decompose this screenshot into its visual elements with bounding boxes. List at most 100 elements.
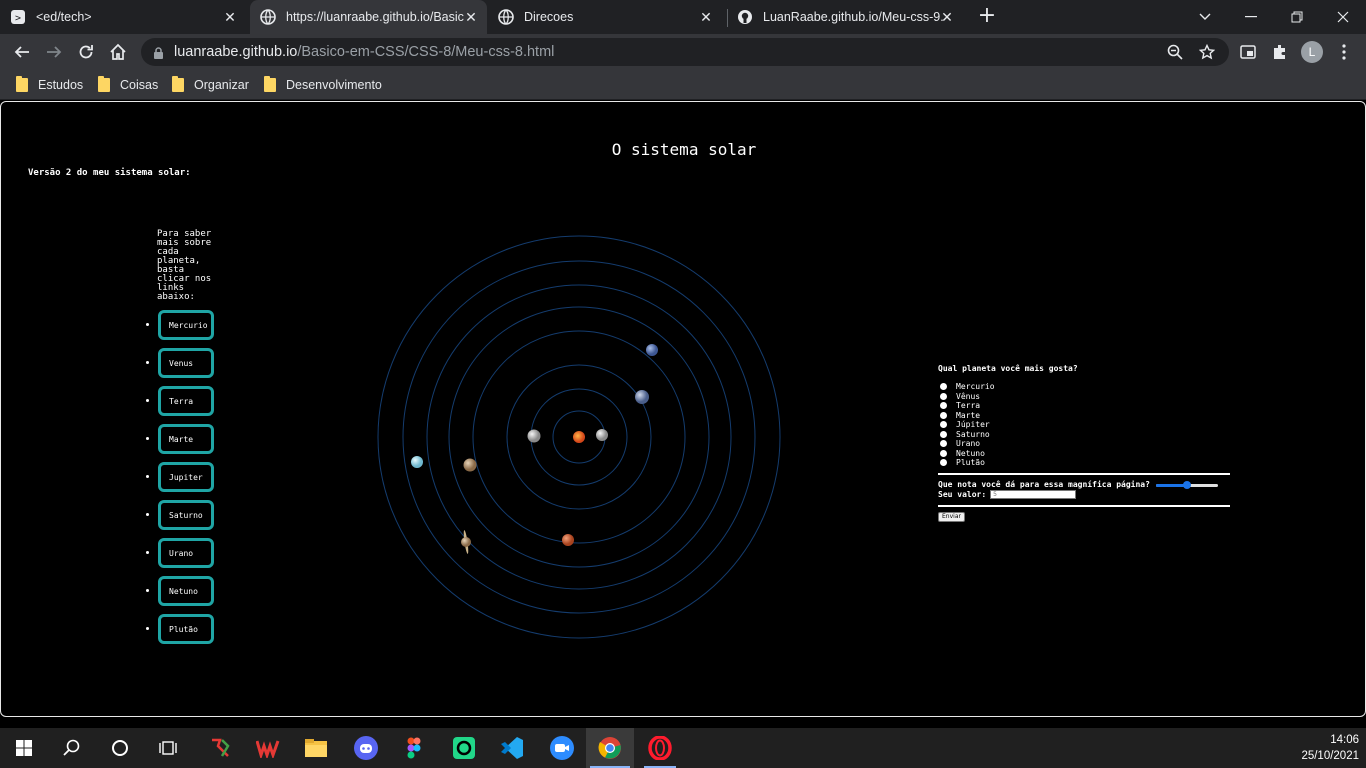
page-viewport: O sistema solar Versão 2 do meu sistema …: [0, 101, 1366, 717]
value-row: Seu valor:: [938, 490, 1230, 500]
figma-icon[interactable]: [390, 728, 438, 768]
radio-option-plutao[interactable]: Plutão: [938, 458, 1230, 468]
bullet: [146, 323, 149, 326]
tab-direcoes[interactable]: Direcoes ✕: [498, 0, 722, 34]
option-label: Vênus: [956, 391, 981, 401]
forward-icon[interactable]: [42, 40, 66, 64]
minimize-icon[interactable]: [1228, 0, 1274, 34]
bookmark-desenvolvimento[interactable]: Desenvolvimento: [264, 76, 382, 94]
radio-button[interactable]: [940, 430, 947, 438]
radio-button[interactable]: [940, 440, 947, 448]
radio-button[interactable]: [940, 392, 947, 400]
start-icon[interactable]: [0, 728, 48, 768]
value-input[interactable]: [990, 490, 1077, 499]
jupiter-icon: [463, 458, 477, 472]
tab-strip: > <ed/tech> ✕ https://luanraabe.github.i…: [0, 0, 1366, 34]
zoom-icon[interactable]: [538, 728, 586, 768]
bookmark-organizar[interactable]: Organizar: [172, 76, 249, 94]
globe-icon: [498, 9, 514, 25]
bookmark-star-icon[interactable]: [1199, 44, 1215, 60]
tab-edtech[interactable]: > <ed/tech> ✕: [10, 0, 246, 34]
option-label: Marte: [956, 410, 981, 420]
planet-link-venus[interactable]: Venus: [158, 348, 214, 378]
close-tab-icon[interactable]: ✕: [222, 9, 238, 25]
tab-github[interactable]: LuanRaabe.github.io/Meu-css-9. ✕: [737, 0, 963, 34]
menu-dots-icon[interactable]: [1334, 42, 1354, 62]
app-icon[interactable]: [196, 728, 244, 768]
task-view-icon[interactable]: [144, 728, 192, 768]
radio-button[interactable]: [940, 383, 947, 391]
home-icon[interactable]: [106, 40, 130, 64]
planet-link-saturno[interactable]: Saturno: [158, 500, 214, 530]
zoom-icon[interactable]: [1167, 44, 1183, 60]
media-icon[interactable]: [1238, 42, 1258, 62]
neptune-icon: [646, 344, 658, 356]
file-explorer-icon[interactable]: [292, 728, 340, 768]
planet-link-terra[interactable]: Terra: [158, 386, 214, 416]
radio-option-jupiter[interactable]: Júpiter: [938, 420, 1230, 430]
extensions-icon[interactable]: [1270, 42, 1290, 62]
new-tab-button[interactable]: +: [976, 5, 998, 28]
planet-link-mercurio[interactable]: Mercurio: [158, 310, 214, 340]
radio-option-venus[interactable]: Vênus: [938, 392, 1230, 402]
profile-avatar[interactable]: L: [1301, 41, 1323, 63]
radio-option-terra[interactable]: Terra: [938, 401, 1230, 411]
close-window-icon[interactable]: [1320, 0, 1366, 34]
bullet: [146, 437, 149, 440]
reload-icon[interactable]: [74, 40, 98, 64]
address-bar[interactable]: luanraabe.github.io/Basico-em-CSS/CSS-8/…: [141, 38, 1229, 66]
clock-date: 25/10/2021: [1301, 750, 1359, 762]
radio-option-saturno[interactable]: Saturno: [938, 430, 1230, 440]
opera-icon[interactable]: [636, 728, 684, 768]
planet-link-urano[interactable]: Urano: [158, 538, 214, 568]
bookmark-estudos[interactable]: Estudos: [16, 76, 83, 94]
vscode-icon[interactable]: [488, 728, 536, 768]
tab-title: https://luanraabe.github.io/Basic: [286, 10, 464, 24]
system-clock[interactable]: 14:06 25/10/2021: [1301, 732, 1359, 764]
close-tab-icon[interactable]: ✕: [698, 9, 714, 25]
tab-title: Direcoes: [524, 10, 574, 24]
tab-title: LuanRaabe.github.io/Meu-css-9.: [763, 10, 943, 24]
planet-link-netuno[interactable]: Netuno: [158, 576, 214, 606]
bullet: [146, 399, 149, 402]
lock-icon[interactable]: [153, 45, 164, 64]
radio-option-marte[interactable]: Marte: [938, 411, 1230, 421]
wps-office-icon[interactable]: [244, 728, 292, 768]
submit-button[interactable]: Enviar: [938, 511, 965, 522]
pycharm-icon[interactable]: [440, 728, 488, 768]
rating-slider[interactable]: [1155, 480, 1218, 490]
discord-icon[interactable]: [342, 728, 390, 768]
restore-icon[interactable]: [1274, 0, 1320, 34]
radio-option-urano[interactable]: Urano: [938, 439, 1230, 449]
bookmark-coisas[interactable]: Coisas: [98, 76, 158, 94]
bullet: [146, 513, 149, 516]
info-text: Para saber mais sobre cada planeta, bast…: [157, 229, 212, 302]
rating-row: Que nota você dá para essa magnífica pág…: [938, 480, 1230, 490]
radio-option-mercurio[interactable]: Mercurio: [938, 382, 1230, 392]
planet-link-marte[interactable]: Marte: [158, 424, 214, 454]
slider-thumb[interactable]: [1182, 480, 1191, 489]
tab-search-icon[interactable]: [1182, 0, 1228, 34]
radio-button[interactable]: [940, 402, 947, 410]
bookmarks-bar: Estudos Coisas Organizar Desenvolvimento: [0, 70, 1366, 100]
chrome-icon[interactable]: [586, 728, 634, 768]
value-label: Seu valor:: [938, 490, 987, 499]
radio-button[interactable]: [940, 449, 947, 457]
option-label: Plutão: [956, 458, 985, 468]
radio-button[interactable]: [940, 411, 947, 419]
search-icon[interactable]: [48, 728, 96, 768]
divider: [938, 504, 1230, 507]
windows-taskbar: 14:06 25/10/2021: [0, 728, 1366, 768]
radio-button[interactable]: [940, 459, 947, 467]
folder-icon: [264, 76, 276, 92]
back-icon[interactable]: [10, 40, 34, 64]
planet-link-jupiter[interactable]: Jupiter: [158, 462, 214, 492]
radio-button[interactable]: [940, 421, 947, 429]
planet-link-plutao[interactable]: Plutão: [158, 614, 214, 644]
close-tab-icon[interactable]: ✕: [939, 9, 955, 25]
tab-active[interactable]: https://luanraabe.github.io/Basic ✕: [250, 0, 487, 34]
option-label: Júpiter: [956, 420, 990, 430]
close-tab-icon[interactable]: ✕: [463, 9, 479, 25]
radio-option-netuno[interactable]: Netuno: [938, 449, 1230, 459]
cortana-icon[interactable]: [96, 728, 144, 768]
